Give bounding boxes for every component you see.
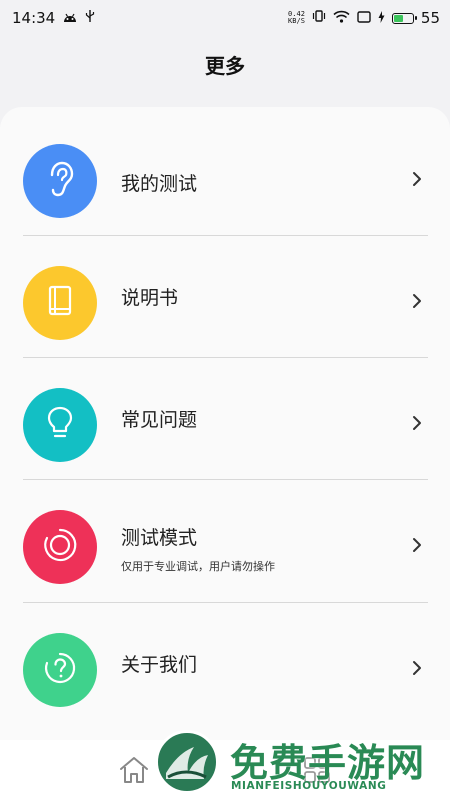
menu-item-test-mode[interactable]: 测试模式 仅用于专业调试，用户请勿操作: [0, 479, 450, 600]
my-tests-icon-circle: [23, 144, 97, 218]
menu-card: 我的测试 说明书 常见问题 测试模式 仅用于专业调试，用户请勿操作 关于我们: [0, 107, 450, 747]
wifi-icon: [333, 9, 350, 27]
page-title: 更多: [205, 54, 245, 78]
about-us-icon-circle: [23, 633, 97, 707]
battery-percent: 55: [420, 9, 440, 27]
menu-item-label: 常见问题: [121, 409, 198, 431]
test-mode-icon-circle: [23, 510, 97, 584]
watermark-logo: [155, 730, 219, 794]
ring-icon: [42, 527, 78, 567]
sim-icon: [357, 9, 371, 27]
book-icon: [45, 284, 75, 322]
chevron-right-icon: [412, 171, 422, 191]
status-bar: 14:34 0.42 KB/S 55: [0, 0, 450, 36]
menu-item-faq[interactable]: 常见问题: [0, 357, 450, 478]
home-icon[interactable]: [118, 754, 150, 790]
question-icon: [43, 651, 77, 689]
chevron-right-icon: [412, 537, 422, 557]
watermark-title: 免费手游网: [230, 740, 426, 785]
menu-item-label: 说明书: [121, 287, 179, 309]
lightbulb-icon: [46, 405, 74, 445]
manual-icon-circle: [23, 266, 97, 340]
charging-icon: [378, 9, 385, 27]
menu-item-label: 关于我们: [121, 654, 198, 676]
menu-item-label: 我的测试: [121, 173, 198, 195]
android-icon: [63, 9, 77, 27]
chevron-right-icon: [412, 293, 422, 313]
vibrate-icon: [312, 9, 326, 27]
battery-icon: [391, 12, 417, 24]
faq-icon-circle: [23, 388, 97, 462]
menu-item-my-tests[interactable]: 我的测试: [0, 113, 450, 234]
chevron-right-icon: [412, 660, 422, 680]
status-time: 14:34: [12, 9, 56, 27]
watermark: 免费手游网 MIANFEISHOUYOUWANG: [155, 730, 445, 800]
chevron-right-icon: [412, 415, 422, 435]
menu-item-about-us[interactable]: 关于我们: [0, 602, 450, 723]
usb-icon: [85, 9, 95, 27]
watermark-subtitle: MIANFEISHOUYOUWANG: [231, 780, 387, 792]
net-speed: 0.42 KB/S: [288, 10, 305, 25]
menu-item-sublabel: 仅用于专业调试，用户请勿操作: [121, 560, 275, 573]
menu-item-manual[interactable]: 说明书: [0, 235, 450, 356]
menu-item-label: 测试模式: [121, 527, 198, 549]
ear-icon: [43, 159, 77, 203]
